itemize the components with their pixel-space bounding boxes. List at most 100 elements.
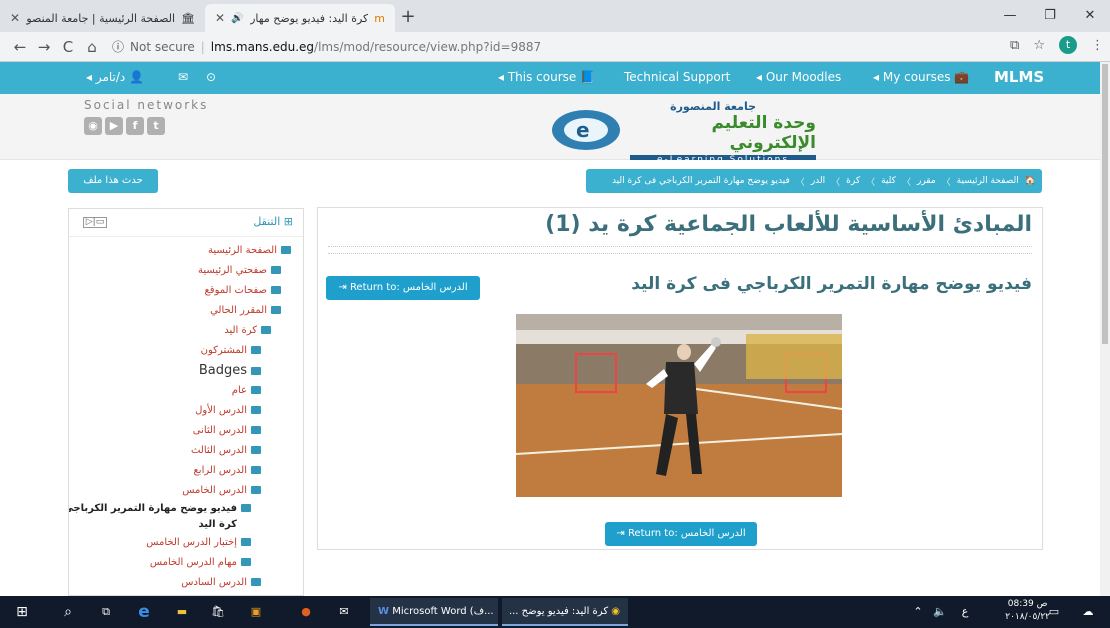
page-scrollbar[interactable] (1100, 62, 1110, 596)
folder-icon (241, 538, 251, 546)
nav-our-moodles[interactable]: ◂ Our Moodles (756, 70, 841, 84)
nav-tree-item[interactable]: كرة اليد (69, 517, 303, 533)
forward-icon[interactable]: → (32, 38, 56, 56)
translate-icon[interactable]: ⧉ (1010, 38, 1019, 53)
nav-tree-label: الصفحة الرئيسية (208, 245, 277, 256)
close-tab-icon[interactable]: ✕ (10, 11, 20, 25)
elearning-logo[interactable]: e جامعة المنصورة وحدة التعليم الإلكتروني… (546, 100, 816, 165)
breadcrumb-item[interactable]: مقرر (917, 176, 936, 186)
firefox-icon[interactable]: ● (294, 596, 318, 628)
reload-icon[interactable]: C (56, 38, 80, 56)
nav-tree-label: الدرس السادس (181, 577, 247, 588)
close-window-icon[interactable]: ✕ (1070, 0, 1110, 32)
language-indicator[interactable]: ع (955, 596, 975, 628)
folder-icon (251, 486, 261, 494)
svg-text:e: e (576, 118, 590, 142)
tray-chevron-icon[interactable]: ⌃ (906, 596, 930, 628)
nav-tree-item[interactable]: صفحتي الرئيسية (69, 261, 303, 281)
nav-tree-label: صفحات الموقع (204, 285, 267, 296)
tab-current[interactable]: m كرة اليد: فيديو يوضح مهارة التم 🔊 ✕ (205, 4, 395, 32)
main-content: المبادئ الأساسية للألعاب الجماعية كرة يد… (317, 207, 1043, 550)
return-to-section-button[interactable]: ⇥ Return to: الدرس الخامس (326, 276, 480, 300)
breadcrumb-item[interactable]: كلية (881, 176, 896, 186)
address-bar: ← → C ⌂ ⓘ Not secure | lms.mans.edu.eg/l… (0, 32, 1110, 62)
nav-tree-item[interactable]: الدرس الرابع (69, 461, 303, 481)
menu-kebab-icon[interactable]: ⋮ (1091, 38, 1104, 53)
notifications-center-icon[interactable]: ▭ (1042, 596, 1066, 628)
nav-tree-item[interactable]: المقرر الحالي (69, 301, 303, 321)
windows-start-icon[interactable]: ⊞ (10, 596, 34, 628)
folder-icon (251, 346, 261, 354)
nav-tree-item[interactable]: الصفحة الرئيسية (69, 241, 303, 261)
home-icon[interactable]: ⌂ (80, 38, 104, 56)
taskbar-word[interactable]: W Microsoft Word (ف... (370, 598, 498, 626)
restore-icon[interactable]: ❐ (1030, 0, 1070, 32)
block-collapse-icon[interactable]: ▷|▭ (83, 217, 107, 228)
nav-tree-item[interactable]: عام (69, 381, 303, 401)
breadcrumb-item[interactable]: الصفحة الرئيسية (957, 176, 1019, 186)
nav-tree-item[interactable]: الدرس الأول (69, 401, 303, 421)
messages-icon[interactable]: ✉ (178, 70, 188, 84)
scrollbar-thumb[interactable] (1102, 64, 1108, 344)
nav-tree-label: كرة اليد (224, 325, 257, 336)
folder-icon (251, 426, 261, 434)
back-icon[interactable]: ← (8, 38, 32, 56)
university-favicon-icon: 🏛 (181, 11, 195, 25)
nav-tree-item[interactable]: المشتركون (69, 341, 303, 361)
edge-icon[interactable]: e (132, 596, 156, 628)
taskbar-chrome[interactable]: ◉ كرة اليد: فيديو يوضح ... (502, 598, 628, 626)
nav-tree-item[interactable]: الدرس الخامس (69, 481, 303, 501)
weather-icon[interactable]: ☁ (1076, 596, 1100, 628)
nav-this-course[interactable]: ◂ This course 📘 (498, 70, 595, 84)
audio-playing-icon[interactable]: 🔊 (231, 13, 243, 24)
home-icon[interactable]: 🏠 (1025, 176, 1036, 186)
folder-icon (271, 306, 281, 314)
url-path: /lms/mod/resource/view.php?id=9887 (314, 39, 542, 54)
new-tab-button[interactable]: + (395, 4, 421, 32)
folder-icon (241, 558, 251, 566)
return-to-section-button-bottom[interactable]: ⇥ Return to: الدرس الخامس (605, 522, 757, 546)
windows-taskbar: ⊞ ⌕ ⧉ e ▬ 🛍 ▣ ● ✉ W Microsoft Word (ف...… (0, 596, 1110, 628)
update-file-button[interactable]: حدث هذا ملف (68, 169, 158, 193)
user-menu[interactable]: ◂ د/تامر 👤 (86, 70, 144, 84)
media-player-icon[interactable]: ▣ (244, 596, 268, 628)
nav-tree-item[interactable]: الدرس الثانى (69, 421, 303, 441)
folder-icon (251, 406, 261, 414)
nav-tree-label: صفحتي الرئيسية (198, 265, 267, 276)
nav-tree-item[interactable]: صفحات الموقع (69, 281, 303, 301)
breadcrumb-item[interactable]: كرة (846, 176, 860, 186)
mail-icon[interactable]: ✉ (332, 596, 356, 628)
nav-tree-item[interactable]: إختبار الدرس الخامس (69, 533, 303, 553)
task-view-icon[interactable]: ⧉ (94, 596, 118, 628)
brand-mlms[interactable]: MLMS (994, 68, 1044, 86)
nav-tree-label: الدرس الرابع (193, 465, 247, 476)
minimize-icon[interactable]: — (990, 0, 1030, 32)
nav-tree-item[interactable]: Badges (69, 361, 303, 381)
volume-icon[interactable]: 🔈 (928, 596, 952, 628)
info-icon[interactable]: ⓘ (112, 38, 124, 55)
close-tab-icon[interactable]: ✕ (215, 11, 225, 25)
breadcrumb-item[interactable]: الدر (811, 176, 825, 186)
nav-tree-item[interactable]: الدرس الثالث (69, 441, 303, 461)
globe-icon[interactable]: ◉ (84, 117, 102, 135)
nav-tree-item[interactable]: كرة اليد (69, 321, 303, 341)
profile-avatar[interactable]: t (1059, 36, 1077, 54)
nav-technical-support[interactable]: Technical Support (624, 70, 730, 84)
nav-tree-item[interactable]: الدرس السادس (69, 573, 303, 593)
search-icon[interactable]: ⌕ (56, 596, 80, 628)
facebook-icon[interactable]: f (126, 117, 144, 135)
folder-icon (281, 246, 291, 254)
video-player[interactable] (516, 314, 842, 497)
store-icon[interactable]: 🛍 (206, 596, 230, 628)
url-field[interactable]: ⓘ Not secure | lms.mans.edu.eg/lms/mod/r… (112, 38, 541, 55)
logo-unit-name: وحدة التعليم الإلكتروني (711, 113, 816, 153)
bookmark-star-icon[interactable]: ☆ (1033, 38, 1045, 53)
nav-my-courses[interactable]: ◂ My courses 💼 (873, 70, 969, 84)
youtube-icon[interactable]: ▶ (105, 117, 123, 135)
nav-tree-item[interactable]: فيديو يوضح مهارة التمرير الكرباجي فى (69, 501, 303, 517)
notifications-icon[interactable]: ⊙ (206, 70, 216, 84)
file-explorer-icon[interactable]: ▬ (170, 596, 194, 628)
tab-home[interactable]: 🏛 الصفحة الرئيسية | جامعة المنصورة ✕ (0, 4, 205, 32)
nav-tree-item[interactable]: مهام الدرس الخامس (69, 553, 303, 573)
twitter-icon[interactable]: t (147, 117, 165, 135)
